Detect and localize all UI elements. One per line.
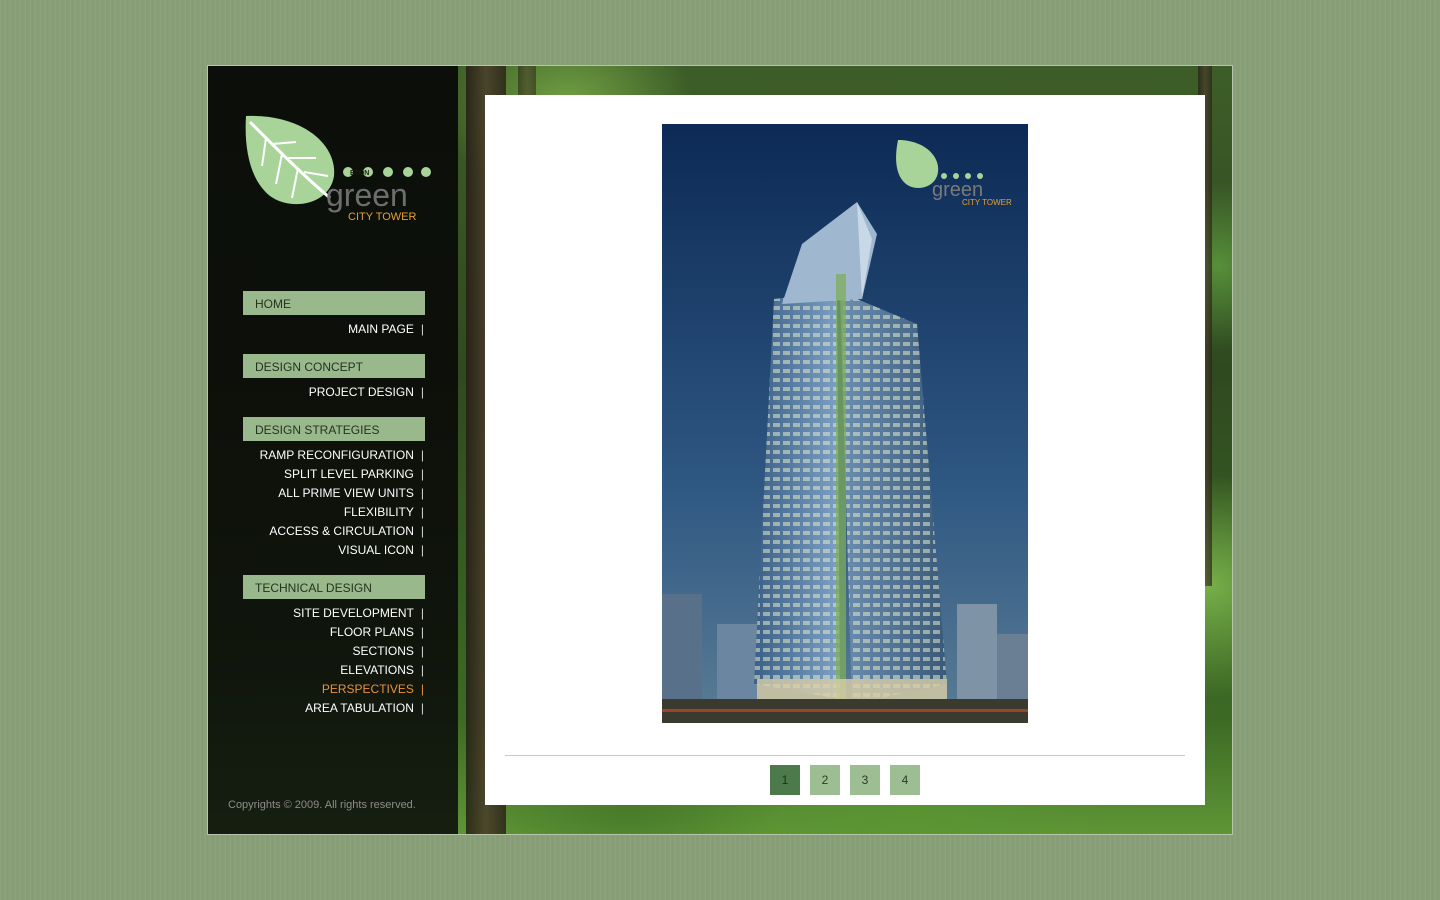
content-panel: green CITY TOWER 1234 bbox=[485, 95, 1205, 805]
page-button-2[interactable]: 2 bbox=[810, 765, 840, 795]
nav-link-label: SECTIONS bbox=[352, 644, 414, 658]
page-button-3[interactable]: 3 bbox=[850, 765, 880, 795]
nav-link-label: AREA TABULATION bbox=[305, 701, 414, 715]
nav-group: DESIGN CONCEPT PROJECT DESIGN | bbox=[243, 354, 425, 402]
nav-link-main-page[interactable]: MAIN PAGE | bbox=[243, 320, 425, 339]
sidebar: ETON green CITY TOWER HOME MAIN PAGE | DESI… bbox=[208, 66, 458, 834]
nav-separator: | bbox=[420, 486, 424, 500]
site-frame: ETON green CITY TOWER HOME MAIN PAGE | DESI… bbox=[207, 65, 1233, 835]
nav-separator: | bbox=[420, 625, 424, 639]
nav-link-label: SITE DEVELOPMENT bbox=[293, 606, 414, 620]
nav-link-project-design[interactable]: PROJECT DESIGN | bbox=[243, 383, 425, 402]
nav-link-perspectives[interactable]: PERSPECTIVES | bbox=[243, 680, 425, 699]
nav-link-label: MAIN PAGE bbox=[348, 322, 414, 336]
nav-section-design-strategies[interactable]: DESIGN STRATEGIES bbox=[243, 417, 425, 441]
nav-link-label: VISUAL ICON bbox=[338, 543, 414, 557]
nav-link-label: FLEXIBILITY bbox=[343, 505, 414, 519]
nav-separator: | bbox=[420, 543, 424, 557]
svg-text:CITY TOWER: CITY TOWER bbox=[962, 198, 1012, 207]
nav-separator: | bbox=[420, 606, 424, 620]
nav-link-ramp-reconfiguration[interactable]: RAMP RECONFIGURATION | bbox=[243, 446, 425, 465]
nav-separator: | bbox=[420, 701, 424, 715]
page-button-1[interactable]: 1 bbox=[770, 765, 800, 795]
nav-section-design-concept[interactable]: DESIGN CONCEPT bbox=[243, 354, 425, 378]
nav-separator: | bbox=[420, 505, 424, 519]
main-navigation: HOME MAIN PAGE | DESIGN CONCEPT PROJECT DESI… bbox=[243, 291, 425, 733]
nav-group: TECHNICAL DESIGN SITE DEVELOPMENT | FLOOR P… bbox=[243, 575, 425, 718]
nav-section-technical-design[interactable]: TECHNICAL DESIGN bbox=[243, 575, 425, 599]
logo-city-tower-text: CITY TOWER bbox=[348, 211, 417, 223]
nav-link-label: PROJECT DESIGN bbox=[308, 385, 414, 399]
divider bbox=[505, 755, 1185, 756]
nav-separator: | bbox=[420, 385, 424, 399]
nav-link-visual-icon[interactable]: VISUAL ICON | bbox=[243, 541, 425, 560]
nav-link-area-tabulation[interactable]: AREA TABULATION | bbox=[243, 699, 425, 718]
copyright-text: Copyrights © 2009. All rights reserved. bbox=[228, 799, 416, 811]
logo-eton-text: ETON bbox=[350, 170, 369, 177]
nav-link-label: PERSPECTIVES bbox=[321, 682, 414, 696]
nav-separator: | bbox=[420, 644, 424, 658]
nav-group: HOME MAIN PAGE | bbox=[243, 291, 425, 339]
nav-link-label: ELEVATIONS bbox=[340, 663, 414, 677]
logo-green-text: green bbox=[326, 177, 408, 213]
nav-link-label: FLOOR PLANS bbox=[329, 625, 414, 639]
page-button-4[interactable]: 4 bbox=[890, 765, 920, 795]
nav-separator: | bbox=[420, 322, 424, 336]
nav-link-access-circulation[interactable]: ACCESS & CIRCULATION | bbox=[243, 522, 425, 541]
nav-link-label: RAMP RECONFIGURATION bbox=[259, 448, 414, 462]
nav-link-label: ALL PRIME VIEW UNITS bbox=[278, 486, 414, 500]
nav-separator: | bbox=[420, 467, 424, 481]
nav-separator: | bbox=[420, 663, 424, 677]
image-pager: 1234 bbox=[770, 765, 930, 795]
nav-link-sections[interactable]: SECTIONS | bbox=[243, 642, 425, 661]
tower-perspective-image: green CITY TOWER bbox=[662, 124, 1028, 723]
nav-separator: | bbox=[420, 524, 424, 538]
nav-separator: | bbox=[420, 682, 424, 696]
nav-link-flexibility[interactable]: FLEXIBILITY | bbox=[243, 503, 425, 522]
nav-link-site-development[interactable]: SITE DEVELOPMENT | bbox=[243, 604, 425, 623]
nav-separator: | bbox=[420, 448, 424, 462]
nav-link-floor-plans[interactable]: FLOOR PLANS | bbox=[243, 623, 425, 642]
nav-link-label: ACCESS & CIRCULATION bbox=[269, 524, 414, 538]
nav-link-label: SPLIT LEVEL PARKING bbox=[284, 467, 414, 481]
nav-section-home[interactable]: HOME bbox=[243, 291, 425, 315]
nav-link-split-level-parking[interactable]: SPLIT LEVEL PARKING | bbox=[243, 465, 425, 484]
nav-group: DESIGN STRATEGIES RAMP RECONFIGURATION | SP… bbox=[243, 417, 425, 560]
nav-link-elevations[interactable]: ELEVATIONS | bbox=[243, 661, 425, 680]
eton-green-logo[interactable]: ETON green CITY TOWER bbox=[242, 114, 432, 224]
nav-link-all-prime-view-units[interactable]: ALL PRIME VIEW UNITS | bbox=[243, 484, 425, 503]
